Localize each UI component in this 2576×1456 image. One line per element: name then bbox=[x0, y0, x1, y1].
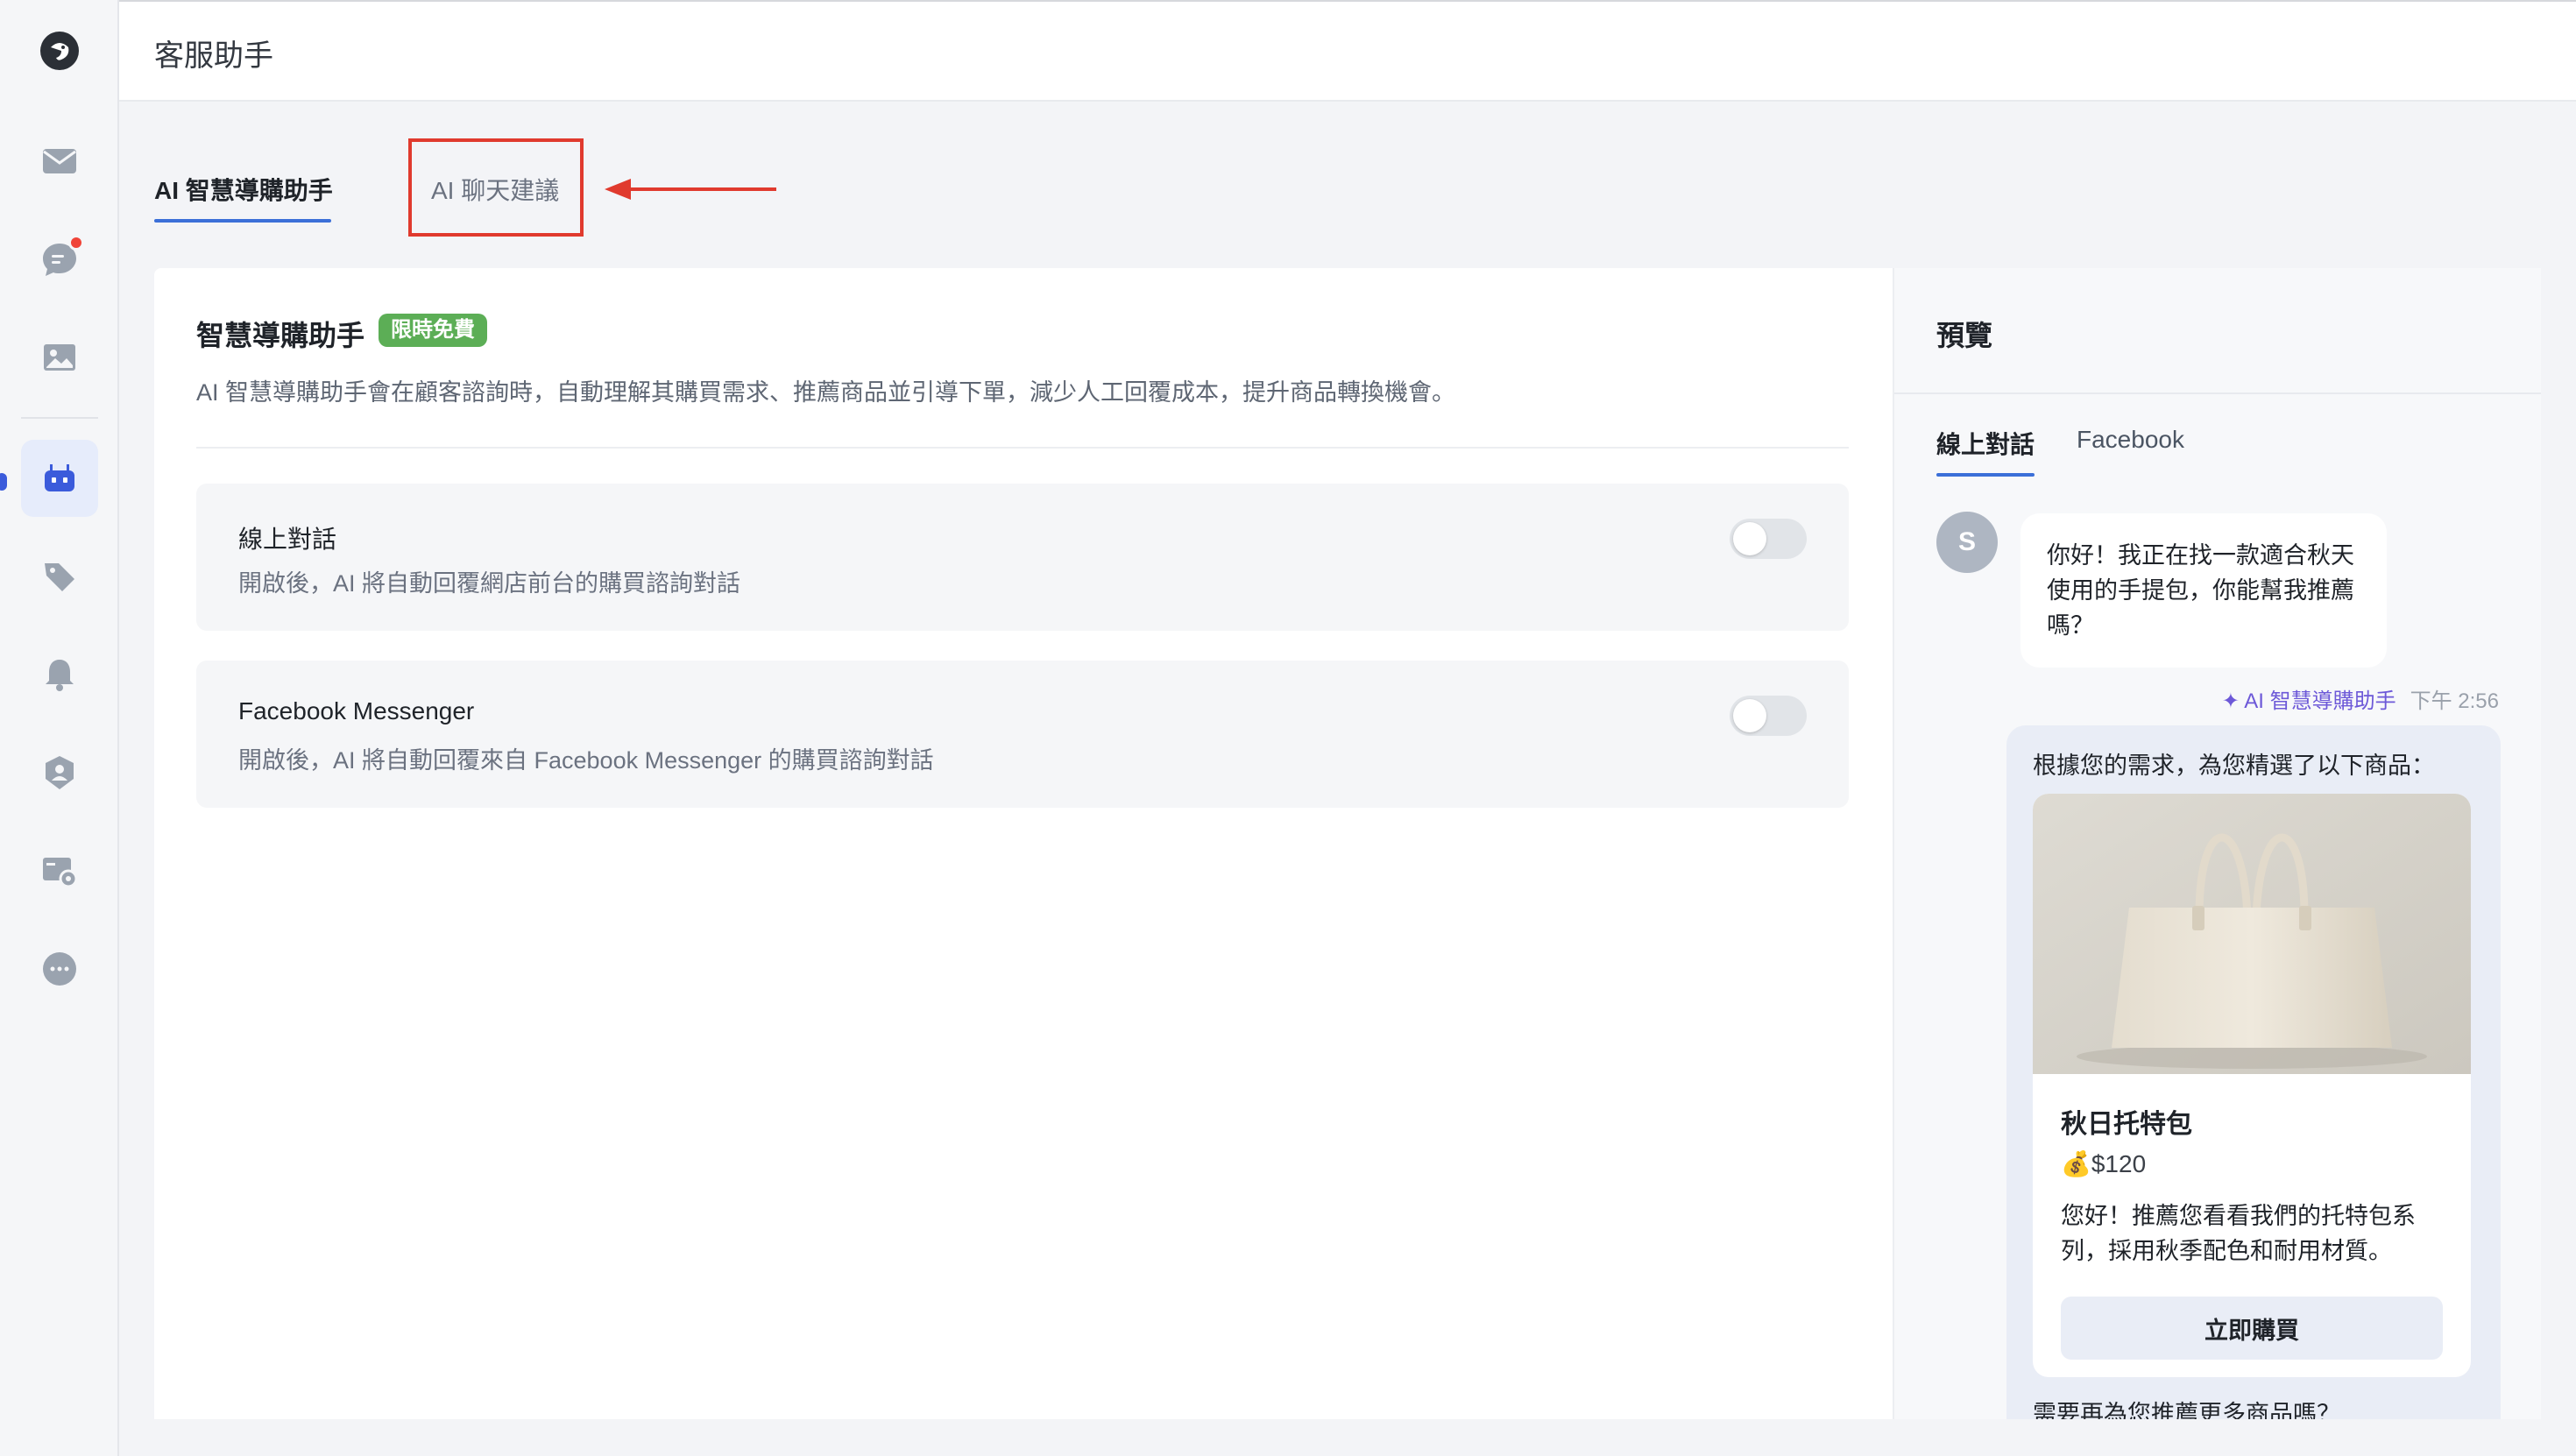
sidebar-divider bbox=[21, 417, 98, 419]
tab-ai-shopping-assistant[interactable]: AI 智慧導購助手 bbox=[154, 172, 333, 207]
page-title: 客服助手 bbox=[154, 39, 273, 73]
image-icon bbox=[44, 344, 75, 371]
preview-panel: 預覽 線上對話 Facebook S 你好！我正在找一款適合秋天使用的手提包，你… bbox=[1893, 268, 2541, 1419]
sidebar-item-chat[interactable] bbox=[21, 221, 98, 298]
active-indicator bbox=[0, 473, 7, 491]
preview-title: 預覽 bbox=[1936, 320, 1993, 351]
ai-message-meta: ✦ AI 智慧導購助手 下午 2:56 bbox=[2222, 683, 2499, 714]
user-avatar: S bbox=[1936, 512, 1998, 573]
setting-facebook-messenger: Facebook Messenger 開啟後，AI 將自動回覆來自 Facebo… bbox=[196, 661, 1849, 808]
sidebar-item-inbox[interactable] bbox=[21, 123, 98, 200]
annotation-highlight-box bbox=[408, 138, 584, 237]
preview-active-tab-underline bbox=[1936, 473, 2035, 477]
preview-tab-online-chat[interactable]: 線上對話 bbox=[1936, 426, 2035, 461]
product-price: 💰$120 bbox=[2061, 1150, 2147, 1177]
user-message-bubble: 你好！我正在找一款適合秋天使用的手提包，你能幫我推薦嗎？ bbox=[2020, 513, 2387, 668]
setting-title: 線上對話 bbox=[238, 526, 337, 553]
online-chat-toggle[interactable] bbox=[1730, 519, 1807, 559]
product-image bbox=[2033, 794, 2471, 1074]
sidebar-item-ai-assistant[interactable] bbox=[21, 440, 98, 517]
ai-intro-text: 根據您的需求，為您精選了以下商品： bbox=[2033, 753, 2435, 779]
sidebar-item-tags[interactable] bbox=[21, 538, 98, 615]
sidebar-item-media[interactable] bbox=[21, 319, 98, 396]
tag-icon bbox=[45, 563, 74, 591]
sidebar-item-card-settings[interactable] bbox=[21, 832, 98, 909]
active-tab-underline bbox=[154, 219, 331, 223]
section-description: AI 智慧導購助手會在顧客諮詢時，自動理解其購買需求、推薦商品並引導下單，減少人… bbox=[196, 379, 1456, 406]
product-name: 秋日托特包 bbox=[2061, 1110, 2192, 1139]
ai-message-bubble: 根據您的需求，為您精選了以下商品： 秋日托特包 💰$120 您好！推薦您看看我們… bbox=[2006, 725, 2501, 1419]
preview-divider bbox=[1894, 392, 2541, 394]
notification-badge bbox=[68, 235, 84, 251]
setting-title: Facebook Messenger bbox=[238, 697, 475, 724]
ai-sender-name: ✦ AI 智慧導購助手 bbox=[2221, 689, 2396, 713]
product-description: 您好！推薦您看看我們的托特包系列，採用秋季配色和耐用材質。 bbox=[2061, 1203, 2416, 1264]
ai-followup-text: 需要再為您推薦更多商品嗎？ bbox=[2033, 1401, 2340, 1419]
card-settings-icon bbox=[43, 858, 78, 888]
settings-card: 智慧導購助手 限時免費 AI 智慧導購助手會在顧客諮詢時，自動理解其購買需求、推… bbox=[154, 268, 1893, 1419]
sidebar-item-more[interactable] bbox=[21, 930, 98, 1007]
sidebar-item-notifications[interactable] bbox=[21, 636, 98, 713]
message-timestamp: 下午 2:56 bbox=[2410, 689, 2499, 713]
annotation-arrow-icon bbox=[605, 179, 776, 200]
user-shield-icon bbox=[46, 756, 74, 789]
setting-online-chat: 線上對話 開啟後，AI 將自動回覆網店前台的購買諮詢對話 bbox=[196, 484, 1849, 631]
free-badge: 限時免費 bbox=[379, 314, 487, 347]
mail-icon bbox=[43, 149, 76, 173]
robot-icon bbox=[45, 464, 74, 491]
app-logo-icon[interactable] bbox=[39, 30, 81, 72]
toggle-knob bbox=[1733, 699, 1766, 732]
buy-now-button[interactable]: 立即購買 bbox=[2061, 1297, 2443, 1360]
sidebar bbox=[0, 0, 119, 1456]
top-header: 客服助手 bbox=[119, 0, 2576, 102]
bell-icon bbox=[46, 660, 74, 691]
product-card: 秋日托特包 💰$120 您好！推薦您看看我們的托特包系列，採用秋季配色和耐用材質… bbox=[2033, 794, 2471, 1377]
setting-description: 開啟後，AI 將自動回覆網店前台的購買諮詢對話 bbox=[238, 570, 741, 597]
sidebar-item-members[interactable] bbox=[21, 734, 98, 811]
section-divider bbox=[196, 447, 1849, 449]
setting-description: 開啟後，AI 將自動回覆來自 Facebook Messenger 的購買諮詢對… bbox=[238, 747, 934, 774]
more-icon bbox=[43, 952, 76, 986]
toggle-knob bbox=[1733, 522, 1766, 555]
facebook-messenger-toggle[interactable] bbox=[1730, 696, 1807, 736]
preview-tab-facebook[interactable]: Facebook bbox=[2077, 426, 2184, 454]
section-title: 智慧導購助手 bbox=[196, 320, 365, 351]
